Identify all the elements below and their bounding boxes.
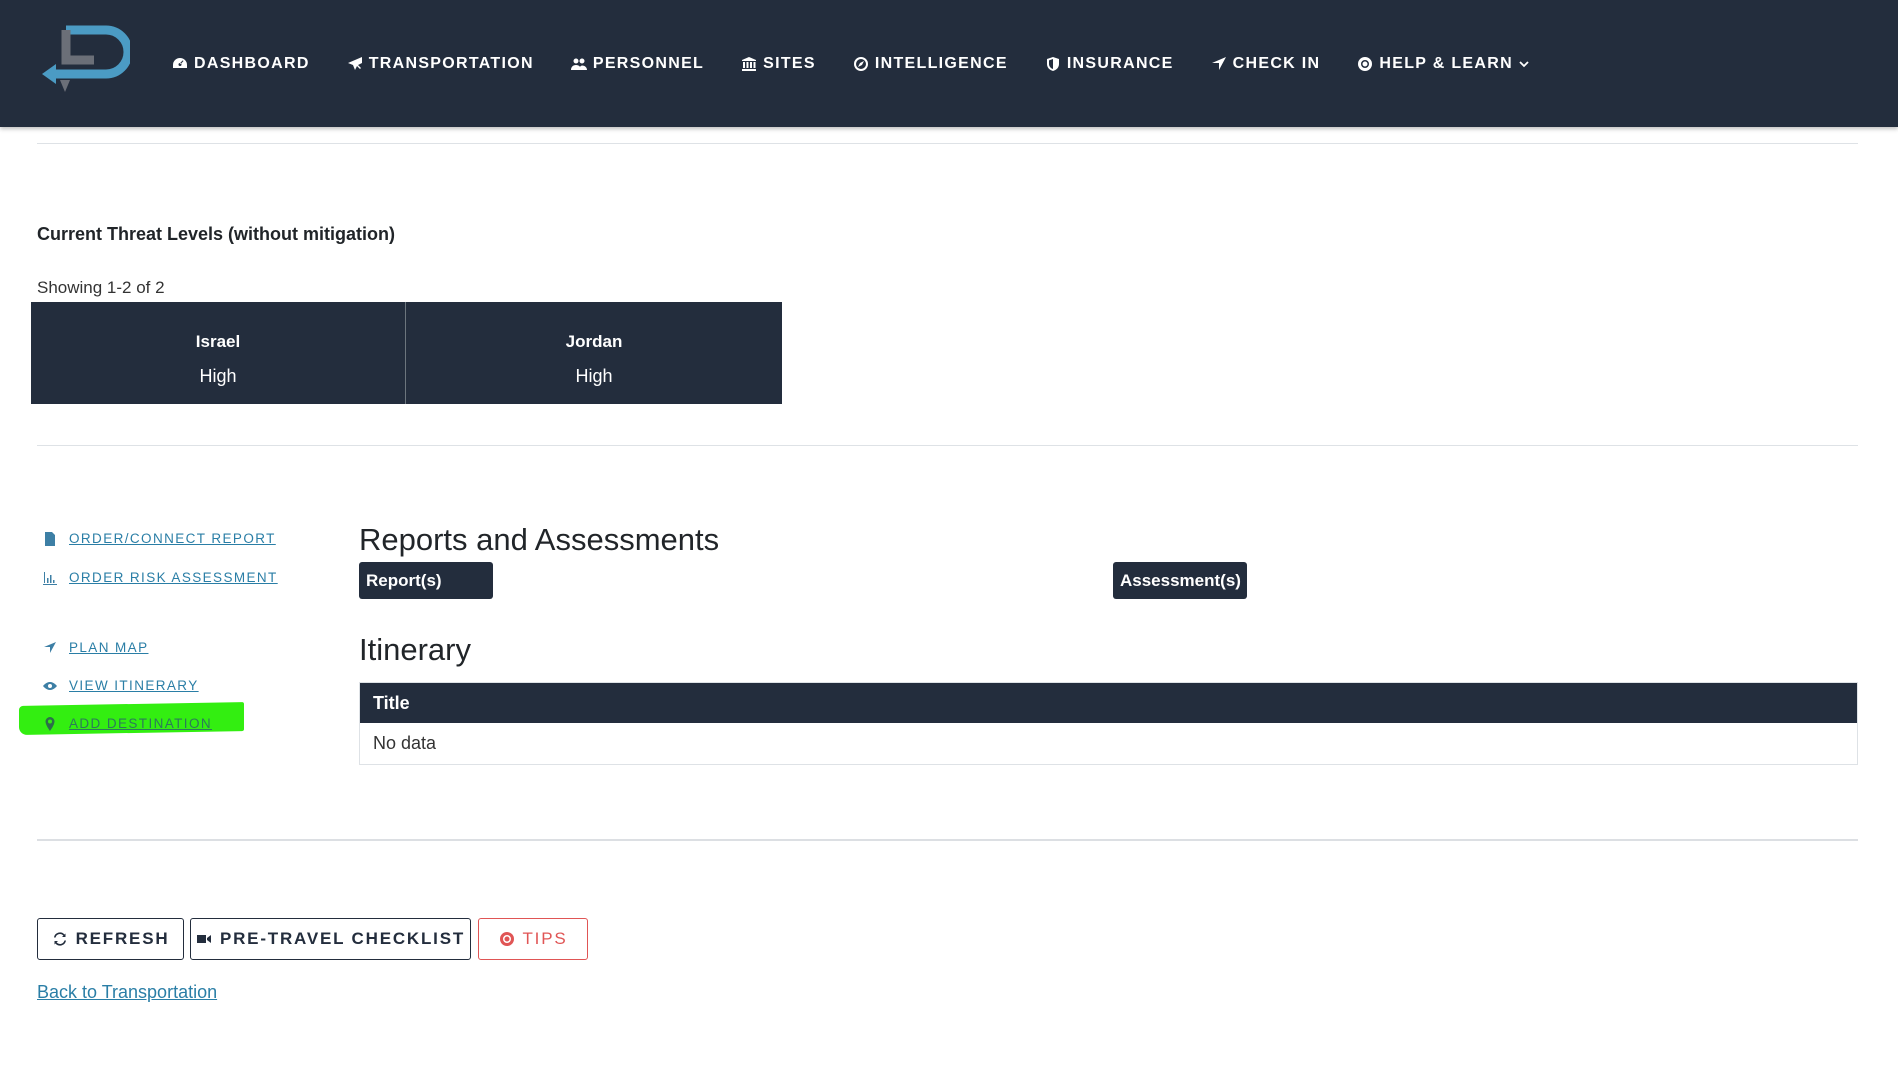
users-icon [570,58,587,70]
eye-icon [43,681,57,690]
threat-card-jordan[interactable]: Jordan High [406,302,782,404]
chevron-down-icon [1519,60,1529,67]
map-marker-icon [45,716,55,731]
nav-help-learn[interactable]: HELP & LEARN [1357,55,1535,73]
file-icon [45,531,55,546]
itinerary-table: Title No data [359,682,1858,765]
plane-icon [347,56,362,70]
plan-map-label: PLAN MAP [69,640,149,655]
nav-check-in-label: CHECK IN [1232,54,1321,72]
nav-help-learn-label: HELP & LEARN [1379,54,1513,72]
nav-insurance[interactable]: INSURANCE [1045,55,1174,73]
dashboard-icon [173,57,187,68]
threat-country: Israel [195,332,241,351]
top-navbar: DASHBOARD TRANSPORTATION PERSONNEL SITES… [0,0,1898,127]
threat-showing-count: Showing 1-2 of 2 [37,278,165,297]
bar-chart-icon [43,571,57,585]
app-logo[interactable] [38,24,130,96]
shield-icon [1046,56,1059,71]
video-camera-icon [196,935,211,943]
itinerary-heading: Itinerary [359,632,471,667]
plan-map-link[interactable]: PLAN MAP [43,640,148,655]
location-arrow-icon [1211,56,1226,70]
nav-insurance-label: INSURANCE [1066,54,1174,72]
divider [37,143,1858,144]
refresh-icon [53,932,66,946]
nav-personnel[interactable]: PERSONNEL [570,54,705,73]
lifebuoy-icon [1358,56,1373,71]
nav-sites-label: SITES [763,54,816,72]
nav-intelligence[interactable]: INTELLIGENCE [853,55,1008,73]
nav-dashboard-label: DASHBOARD [194,54,310,72]
order-connect-report-link[interactable]: ORDER/CONNECT REPORT [43,531,276,546]
assessments-tag[interactable]: Assessment(s) [1113,562,1247,599]
pre-travel-checklist-button[interactable]: PRE-TRAVEL CHECKLIST [190,918,471,960]
tips-label: TIPS [522,929,568,948]
divider [37,839,1858,841]
nav-check-in[interactable]: CHECK IN [1211,55,1321,73]
order-risk-assessment-label: ORDER RISK ASSESSMENT [69,570,278,585]
reports-heading: Reports and Assessments [359,522,720,557]
nav-intelligence-label: INTELLIGENCE [874,54,1008,72]
building-icon [742,56,757,71]
threat-levels-title: Current Threat Levels (without mitigatio… [37,224,396,244]
back-to-transportation-link[interactable]: Back to Transportation [37,982,217,1003]
order-connect-report-label: ORDER/CONNECT REPORT [69,531,276,546]
itinerary-empty-row: No data [360,723,1857,764]
compass-icon [853,56,868,71]
threat-card-israel[interactable]: Israel High [31,302,406,404]
reports-tag[interactable]: Report(s) [359,562,493,599]
threat-levels-grid: Israel High Jordan High [31,302,782,404]
lifebuoy-icon [499,932,514,946]
refresh-button[interactable]: REFRESH [37,918,184,960]
pre-travel-checklist-label: PRE-TRAVEL CHECKLIST [219,929,466,948]
nav-personnel-label: PERSONNEL [592,54,705,72]
add-destination-link[interactable]: ADD DESTINATION [43,716,212,731]
nav-sites[interactable]: SITES [741,55,816,73]
itinerary-column-title[interactable]: Title [360,683,1857,723]
threat-level: High [575,366,613,386]
nav-transportation-label: TRANSPORTATION [368,54,534,72]
threat-country: Jordan [565,332,623,351]
divider [37,445,1858,446]
view-itinerary-label: VIEW ITINERARY [69,678,199,693]
location-arrow-icon [44,641,56,653]
nav-dashboard[interactable]: DASHBOARD [172,55,310,73]
order-risk-assessment-link[interactable]: ORDER RISK ASSESSMENT [43,570,278,585]
threat-level: High [199,366,237,386]
view-itinerary-link[interactable]: VIEW ITINERARY [43,678,199,693]
tips-button[interactable]: TIPS [478,918,588,960]
refresh-label: REFRESH [75,929,170,948]
nav-transportation[interactable]: TRANSPORTATION [347,55,534,73]
add-destination-label: ADD DESTINATION [69,716,213,731]
